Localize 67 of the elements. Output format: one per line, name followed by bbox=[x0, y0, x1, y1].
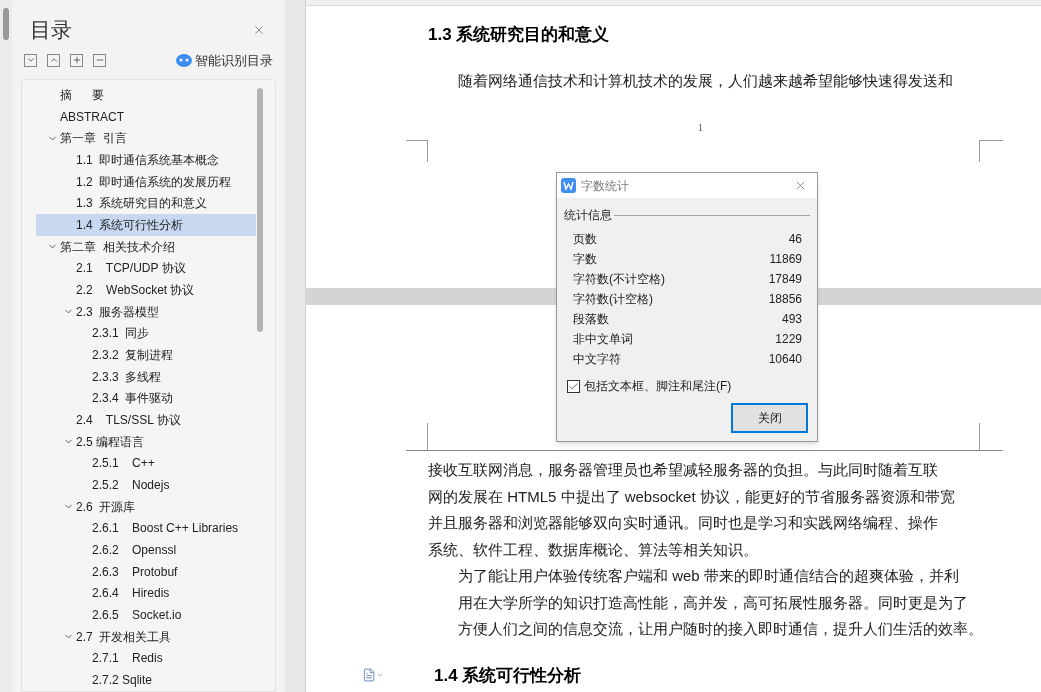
panel-title: 目录 bbox=[30, 17, 72, 43]
toc-item[interactable]: 2.5 编程语言 bbox=[36, 430, 256, 453]
stat-value: 493 bbox=[781, 311, 802, 328]
close-icon[interactable] bbox=[794, 179, 807, 192]
smart-toc-button[interactable]: 智能识别目录 bbox=[176, 50, 273, 70]
crop-mark bbox=[979, 140, 1003, 162]
section-heading: 1.4 系统可行性分析 bbox=[434, 664, 582, 687]
toc-item[interactable]: 2.3.2 复制进程 bbox=[36, 344, 256, 366]
toc-item[interactable]: 2.1 TCP/UDP 协议 bbox=[36, 257, 256, 280]
scrollbar-thumb[interactable] bbox=[257, 88, 263, 332]
stat-label: 字符数(计空格) bbox=[573, 291, 653, 308]
close-button[interactable]: 关闭 bbox=[731, 403, 808, 433]
checkbox-label: 包括文本框、脚注和尾注(F) bbox=[584, 378, 732, 395]
group-label: 统计信息 bbox=[564, 207, 612, 224]
stat-value: 18856 bbox=[768, 291, 802, 308]
toc-item[interactable]: 1.2 即时通信系统的发展历程 bbox=[36, 170, 256, 193]
plus-icon bbox=[71, 55, 82, 66]
toc-item[interactable]: 2.4 TLS/SSL 协议 bbox=[36, 409, 256, 431]
stat-value: 17849 bbox=[768, 271, 802, 288]
toc-item[interactable]: 2.6 开源库 bbox=[36, 495, 256, 518]
toc-item[interactable]: 2.6.1 Boost C++ Libraries bbox=[36, 517, 256, 540]
stat-label: 页数 bbox=[573, 231, 597, 248]
toc-item[interactable]: 1.4 系统可行性分析 bbox=[36, 214, 256, 236]
toc-item[interactable]: 1.1 即时通信系统基本概念 bbox=[36, 149, 256, 171]
stat-value: 10640 bbox=[768, 351, 802, 368]
stat-label: 段落数 bbox=[573, 311, 609, 328]
paragraph: 接收互联网消息，服务器管理员也希望减轻服务器的负担。与此同时随着互联 网的发展在 HTML5 中提出了 websocket 协议，能更好的节省服务器资源和带宽 并且服务器和浏览器能够双向实时通讯。同时也是学习和实践网络编程、操作 系统、软件工程、数据库概论、算法等相关知识。 bbox=[428, 460, 956, 560]
paragraph: 为了能让用户体验传统客户端和 web 带来的即时通信结合的超爽体验，并利 用在大学所学的知识打造高性能，高并发，高可拓展性服务器。同时更是为了 方便人们之间的信息交流，让用户随时的接入即时通信，提升人们生活的效率。 bbox=[457, 566, 984, 639]
toc-item[interactable]: 1.3 系统研究目的和意义 bbox=[36, 192, 256, 215]
scrollbar-thumb[interactable] bbox=[3, 8, 9, 40]
toc-item[interactable]: 2.6.5 Socket.io bbox=[36, 604, 256, 626]
stat-value: 1229 bbox=[775, 331, 802, 348]
dialog-title: 字数统计 bbox=[581, 177, 629, 195]
toc-item[interactable]: ABSTRACT bbox=[36, 105, 256, 128]
toc-item[interactable]: 2.7 开发相关工具 bbox=[36, 625, 256, 648]
stat-label: 非中文单词 bbox=[573, 331, 633, 348]
section-heading: 1.3 系统研究目的和意义 bbox=[428, 24, 611, 46]
toc-item[interactable]: 2.3.4 事件驱动 bbox=[36, 387, 256, 410]
stat-value: 46 bbox=[788, 231, 802, 248]
crop-mark bbox=[406, 140, 428, 162]
toc-item[interactable]: 2.6.4 Hiredis bbox=[36, 582, 256, 605]
toc-item[interactable]: 2.3.1 同步 bbox=[36, 322, 256, 345]
toc-item[interactable]: 第一章 引言 bbox=[36, 127, 256, 149]
toc-item[interactable]: 2.5.1 C++ bbox=[36, 452, 256, 475]
collapse-button[interactable] bbox=[24, 53, 37, 67]
app-logo-icon bbox=[561, 178, 576, 193]
toc-item[interactable]: 2.6.3 Protobuf bbox=[36, 560, 256, 583]
toc-item[interactable]: 第二章 相关技术介绍 bbox=[36, 235, 256, 258]
paragraph: 随着网络通信技术和计算机技术的发展，人们越来越希望能够快速得发送和 bbox=[457, 70, 954, 91]
stat-label: 中文字符 bbox=[573, 351, 621, 368]
robot-icon bbox=[176, 53, 192, 67]
toc-item[interactable]: 2.3 服务器模型 bbox=[36, 300, 256, 323]
toc-item[interactable]: 2.3.3 多线程 bbox=[36, 365, 256, 388]
toc-item[interactable]: 2.2 WebSocket 协议 bbox=[36, 279, 256, 301]
expand-button[interactable] bbox=[47, 53, 60, 67]
stat-label: 字数 bbox=[573, 251, 597, 268]
add-button[interactable] bbox=[70, 53, 83, 67]
toc-item[interactable]: 2.5.2 Nodejs bbox=[36, 474, 256, 496]
toc-item[interactable]: 2.6.2 Openssl bbox=[36, 539, 256, 561]
stat-value: 11869 bbox=[769, 251, 802, 268]
toc-item[interactable]: 摘 要 bbox=[36, 84, 256, 106]
page-number: 1 bbox=[698, 121, 703, 135]
toc-item[interactable]: 2.7.2 Sqlite bbox=[36, 669, 256, 691]
toc-item[interactable]: 2.7.1 Redis bbox=[36, 647, 256, 670]
stat-label: 字符数(不计空格) bbox=[573, 271, 665, 288]
checkbox[interactable] bbox=[567, 379, 580, 393]
remove-button[interactable] bbox=[93, 53, 106, 67]
